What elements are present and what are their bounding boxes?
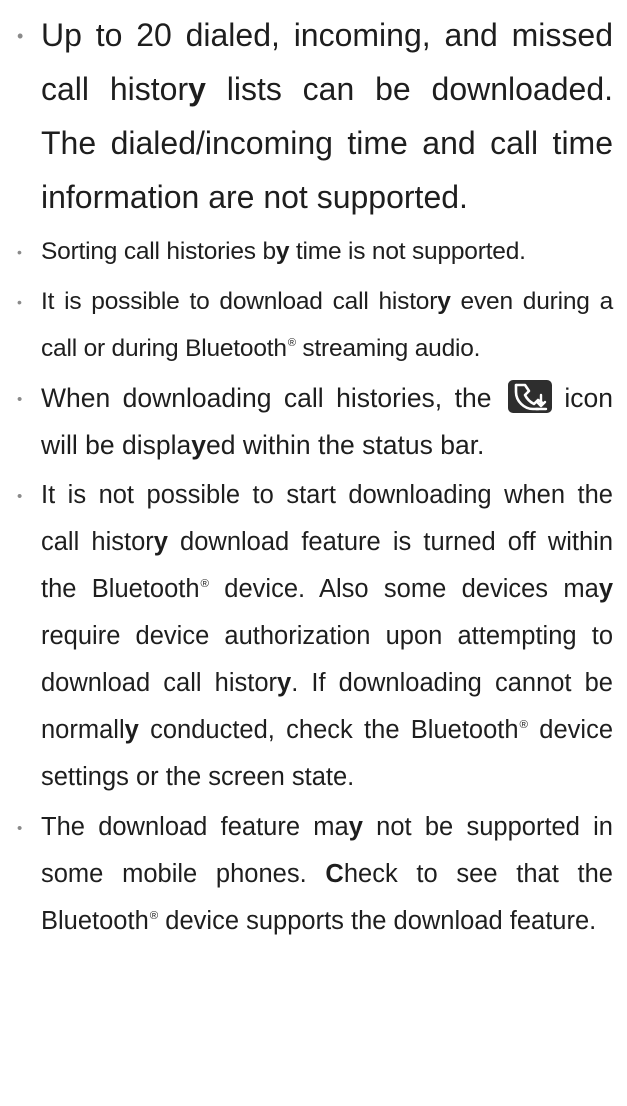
list-item-text: Sorting call histories by time is not su… <box>41 238 526 265</box>
list-item: • Sorting call histories by time is not … <box>0 228 627 275</box>
list-item-text: It is not possible to start downloading … <box>41 481 614 791</box>
notes-bullet-list: • Up to 20 dialed, incoming, and missed … <box>0 0 627 945</box>
list-item-text: When downloading call histories, the ico… <box>0 375 627 469</box>
bullet-dot: • <box>17 244 22 260</box>
list-item-text: Up to 20 dialed, incoming, and missed ca… <box>41 17 614 215</box>
list-item-text-before-icon: When downloading call histories, the <box>41 383 492 413</box>
list-item-text: The download feature may not be supporte… <box>41 813 613 935</box>
bullet-dot: • <box>17 26 24 46</box>
list-item-text: It is possible to download call history … <box>41 288 613 362</box>
bullet-dot: • <box>17 820 23 837</box>
list-item: • The download feature may not be suppor… <box>0 804 627 945</box>
list-item: • It is possible to download call histor… <box>0 278 627 372</box>
list-item: • When downloading call histories, the i… <box>0 375 627 469</box>
list-item: • Up to 20 dialed, incoming, and missed … <box>0 8 627 224</box>
bullet-dot: • <box>17 294 22 310</box>
list-item: • It is not possible to start downloadin… <box>0 472 627 801</box>
bullet-dot: • <box>17 391 23 408</box>
call-history-download-icon <box>507 380 552 413</box>
bullet-dot: • <box>17 488 23 505</box>
